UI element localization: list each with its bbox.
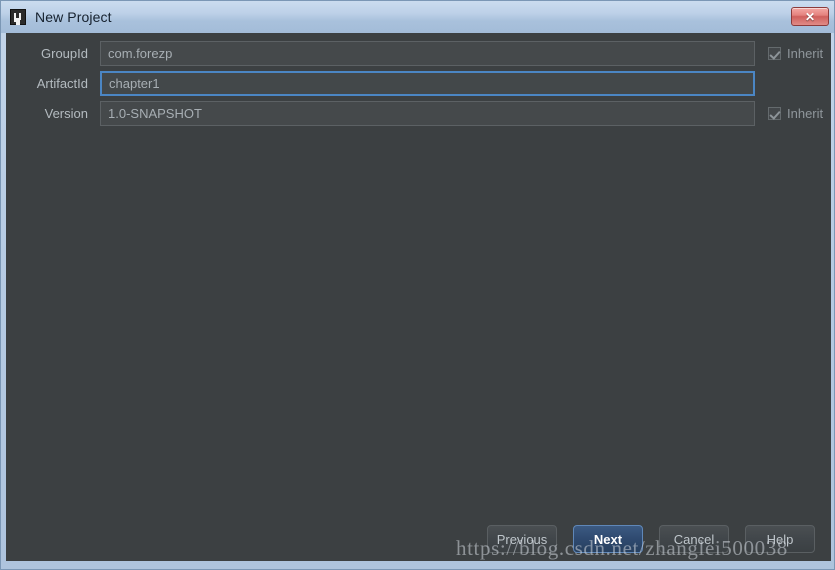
version-value: 1.0-SNAPSHOT	[108, 105, 202, 121]
next-button[interactable]: Next	[573, 525, 643, 553]
form-row-groupid: GroupId com.forezp Inherit	[6, 40, 831, 66]
version-inherit-checkbox[interactable]: Inherit	[768, 106, 823, 121]
checkmark-icon	[768, 106, 781, 120]
version-input[interactable]: 1.0-SNAPSHOT	[100, 100, 755, 126]
artifactid-value: chapter1	[109, 75, 160, 91]
form-row-version: Version 1.0-SNAPSHOT Inherit	[6, 100, 831, 126]
form-row-artifactid: ArtifactId chapter1	[6, 70, 831, 96]
artifactid-input[interactable]: chapter1	[100, 70, 755, 96]
window-title: New Project	[35, 9, 112, 25]
previous-button[interactable]: Previous	[487, 525, 557, 553]
new-project-dialog-window: New Project ✕ GroupId com.forezp Inherit…	[0, 0, 835, 570]
artifactid-label: ArtifactId	[36, 75, 88, 91]
version-label: Version	[44, 105, 88, 121]
dialog-content: GroupId com.forezp Inherit ArtifactId ch…	[6, 33, 831, 561]
help-button[interactable]: Help	[745, 525, 815, 553]
dialog-button-bar: Previous Next Cancel Help	[6, 525, 831, 555]
groupid-label: GroupId	[41, 45, 88, 61]
groupid-input[interactable]: com.forezp	[100, 40, 755, 66]
intellij-idea-icon	[10, 9, 26, 25]
title-bar: New Project ✕	[1, 1, 834, 33]
close-button[interactable]: ✕	[791, 7, 829, 26]
groupid-inherit-label: Inherit	[787, 45, 824, 61]
groupid-inherit-checkbox[interactable]: Inherit	[768, 46, 823, 61]
groupid-value: com.forezp	[108, 45, 173, 61]
checkmark-icon	[768, 46, 781, 60]
version-inherit-label: Inherit	[787, 105, 824, 121]
close-icon: ✕	[804, 9, 816, 24]
cancel-button[interactable]: Cancel	[659, 525, 729, 553]
